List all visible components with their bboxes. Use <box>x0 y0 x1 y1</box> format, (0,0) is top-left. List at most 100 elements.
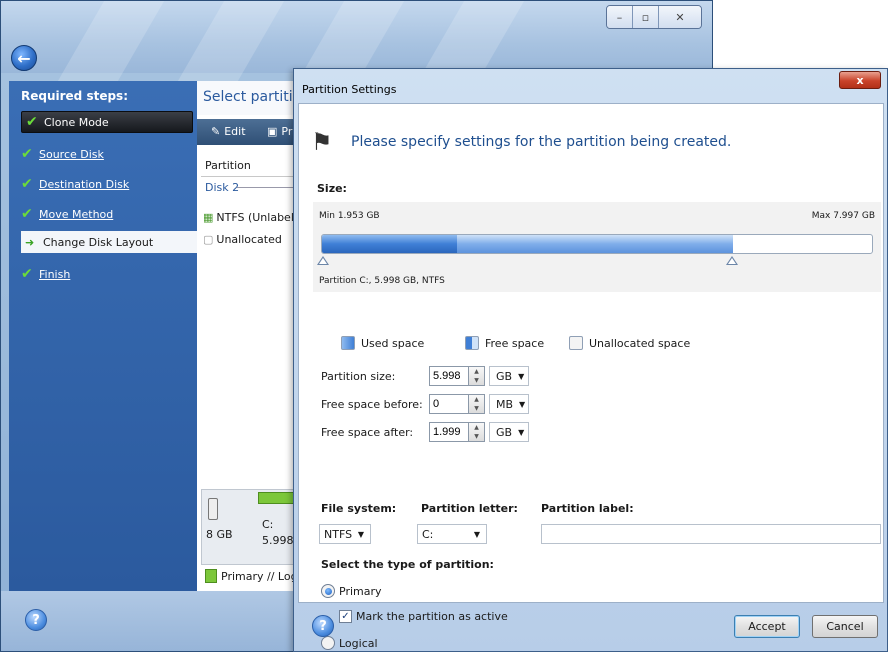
step-finish[interactable]: ✔ Finish <box>21 263 197 285</box>
legend-free: Free space <box>465 336 544 350</box>
file-system-title: File system: <box>321 502 397 515</box>
partition-type-title: Select the type of partition: <box>321 558 494 571</box>
spin-up-icon: ▲ <box>474 424 479 431</box>
edit-button[interactable]: ✎ Edit <box>211 125 246 138</box>
slider-right-handle[interactable] <box>726 256 738 265</box>
chevron-down-icon: ▼ <box>519 399 526 409</box>
primary-radio[interactable]: Primary <box>321 584 382 598</box>
legend-label: Free space <box>485 336 545 350</box>
dialog-close-button[interactable]: x <box>839 71 881 89</box>
partition-size-label: Partition size: <box>321 369 396 383</box>
unallocated-swatch <box>569 336 583 350</box>
partition-label: Unallocated <box>216 233 282 246</box>
dialog-title: Partition Settings <box>302 83 397 96</box>
minimize-button[interactable]: – <box>607 6 633 28</box>
sidebar-title: Required steps: <box>21 89 128 103</box>
dialog-body: ⚑ Please specify settings for the partit… <box>298 103 884 650</box>
slider-left-handle[interactable] <box>317 256 329 265</box>
cancel-button[interactable]: Cancel <box>812 615 878 638</box>
list-item[interactable]: ▢ Unallocated <box>203 233 282 246</box>
partition-label-input[interactable] <box>541 524 881 544</box>
free-before-label: Free space before: <box>321 397 423 411</box>
cancel-label: Cancel <box>826 620 864 633</box>
dialog-titlebar: Partition Settings x <box>294 69 887 103</box>
accept-button[interactable]: Accept <box>734 615 800 638</box>
size-section-title: Size: <box>317 182 347 195</box>
properties-label: Pr <box>281 125 293 138</box>
partition-letter-select[interactable]: C: ▼ <box>417 524 487 544</box>
dialog-header: Please specify settings for the partitio… <box>351 134 732 150</box>
legend-used: Used space <box>341 336 424 350</box>
step-destination-disk[interactable]: ✔ Destination Disk <box>21 173 197 195</box>
maximize-button[interactable]: ▫ <box>633 6 659 28</box>
help-button[interactable]: ? <box>25 609 47 631</box>
free-before-unit[interactable]: MB ▼ <box>489 394 529 414</box>
back-arrow-icon: ← <box>17 48 31 68</box>
radio-unselected-icon <box>321 636 335 650</box>
partition-size-unit[interactable]: GB ▼ <box>489 366 529 386</box>
partition-label-title: Partition label: <box>541 502 634 515</box>
unit-label: MB <box>496 397 514 411</box>
drive-letter: C: <box>262 518 274 531</box>
used-space-segment <box>322 235 457 253</box>
window-controls: – ▫ ✕ <box>606 5 702 29</box>
checkmark-icon: ✔ <box>21 146 33 162</box>
size-panel: Min 1.953 GB Max 7.997 GB Partition C:, … <box>313 202 881 292</box>
file-system-select[interactable]: NTFS ▼ <box>319 524 371 544</box>
primary-label: Primary <box>339 584 382 598</box>
free-after-spinner[interactable]: ▲ ▼ <box>469 422 485 442</box>
close-button[interactable]: ✕ <box>659 6 701 28</box>
active-checkbox[interactable]: ✓ Mark the partition as active <box>339 610 508 623</box>
legend-label: Used space <box>361 336 425 350</box>
close-icon: x <box>856 73 864 87</box>
step-label: Finish <box>39 267 71 281</box>
step-change-disk-layout[interactable]: ➜ Change Disk Layout <box>21 231 199 253</box>
dialog-help-button[interactable]: ? <box>312 615 334 637</box>
accept-label: Accept <box>748 620 786 633</box>
radio-selected-icon <box>321 584 335 598</box>
partition-size-input[interactable] <box>429 366 469 386</box>
question-icon: ? <box>319 618 327 634</box>
partition-settings-dialog: Partition Settings x ⚑ Please specify se… <box>293 68 888 652</box>
checkbox-checked-icon: ✓ <box>339 610 352 623</box>
spin-down-icon: ▼ <box>474 405 479 412</box>
step-source-disk[interactable]: ✔ Source Disk <box>21 143 197 165</box>
current-step-arrow-icon: ➜ <box>25 235 35 249</box>
free-before-input[interactable] <box>429 394 469 414</box>
free-before-spinner[interactable]: ▲ ▼ <box>469 394 485 414</box>
free-after-unit[interactable]: GB ▼ <box>489 422 529 442</box>
step-label: Move Method <box>39 207 114 221</box>
free-after-input[interactable] <box>429 422 469 442</box>
disk-drive-icon <box>208 498 218 520</box>
checkmark-icon: ✔ <box>21 206 33 222</box>
used-swatch <box>341 336 355 350</box>
max-size-label: Max 7.997 GB <box>811 211 875 221</box>
back-button[interactable]: ← <box>11 45 37 71</box>
partition-size-slider[interactable] <box>321 234 873 254</box>
question-icon: ? <box>32 612 40 628</box>
free-before-row: Free space before: ▲▼ MB ▼ <box>321 394 529 414</box>
partition-bar[interactable] <box>258 492 298 504</box>
properties-icon: ▣ <box>267 125 278 138</box>
wizard-sidebar: Required steps: ✔ Clone Mode ✔ Source Di… <box>9 81 199 591</box>
file-system-value: NTFS <box>324 527 353 541</box>
step-move-method[interactable]: ✔ Move Method <box>21 203 197 225</box>
step-label: Clone Mode <box>44 115 109 129</box>
logical-radio[interactable]: Logical <box>321 636 378 650</box>
active-label: Mark the partition as active <box>356 610 508 623</box>
disk-divider <box>237 187 297 188</box>
properties-button[interactable]: ▣ Pr <box>267 125 292 138</box>
checkmark-icon: ✔ <box>26 114 38 130</box>
step-label: Destination Disk <box>39 177 130 191</box>
ntfs-partition-icon: ▦ <box>203 211 214 224</box>
disk-size: 8 GB <box>206 528 233 541</box>
step-label: Source Disk <box>39 147 104 161</box>
partition-size-spinner[interactable]: ▲ ▼ <box>469 366 485 386</box>
wizard-flag-icon: ⚑ <box>311 128 333 156</box>
unit-label: GB <box>496 369 513 383</box>
chevron-down-icon: ▼ <box>518 427 525 437</box>
step-label: Change Disk Layout <box>43 235 154 249</box>
checkmark-icon: ✔ <box>21 266 33 282</box>
step-clone-mode[interactable]: ✔ Clone Mode <box>21 111 193 133</box>
free-swatch <box>465 336 479 350</box>
